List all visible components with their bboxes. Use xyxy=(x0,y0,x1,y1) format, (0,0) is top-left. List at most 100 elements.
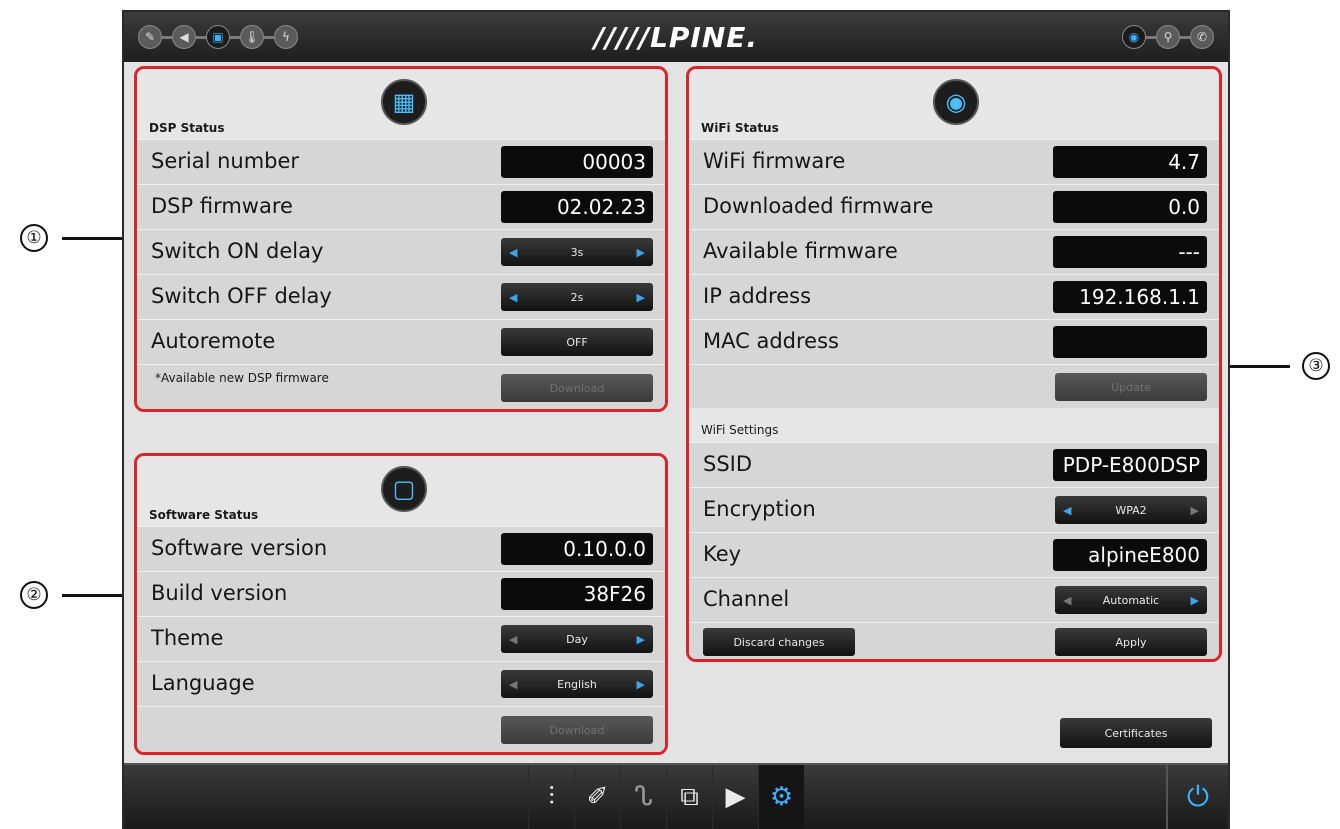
chevron-right-icon[interactable]: ▶ xyxy=(637,633,645,646)
row-label: DSP firmware xyxy=(151,194,293,218)
switch-on-delay-row: Switch ON delay ◀ 3s ▶ xyxy=(137,229,665,274)
software-download-button[interactable]: Download xyxy=(501,716,653,744)
callout-arrow xyxy=(62,236,124,240)
switch-on-delay-stepper[interactable]: ◀ 3s ▶ xyxy=(501,238,653,266)
wifi-update-button[interactable]: Update xyxy=(1055,373,1207,401)
autoremote-row: Autoremote OFF xyxy=(137,319,665,364)
row-label: Key xyxy=(703,542,742,566)
wifi-firmware-row: WiFi firmware 4.7 xyxy=(689,139,1219,184)
wifi-badge-icon: ◉ xyxy=(933,79,979,125)
row-label: Channel xyxy=(703,587,790,611)
brand-logo: /////LPINE. xyxy=(593,21,759,54)
row-label: Language xyxy=(151,671,255,695)
key-row: Key alpineE800 xyxy=(689,532,1219,577)
available-firmware-value: --- xyxy=(1053,236,1207,268)
callout-arrow xyxy=(1230,364,1290,368)
chevron-right-icon[interactable]: ▶ xyxy=(637,246,645,259)
row-label: Switch ON delay xyxy=(151,239,324,263)
chevron-right-icon[interactable]: ▶ xyxy=(637,678,645,691)
wifi-icon[interactable]: ◉ xyxy=(1122,25,1146,49)
channel-stepper[interactable]: ◀ Automatic ▶ xyxy=(1055,586,1207,614)
chevron-right-icon[interactable]: ▶ xyxy=(637,291,645,304)
panel-title: WiFi Status xyxy=(701,121,779,135)
callout-number: ① xyxy=(20,224,48,252)
software-version-value: 0.10.0.0 xyxy=(501,533,653,565)
software-status-panel: ▢ Software Status Software version 0.10.… xyxy=(134,453,668,755)
row-label: SSID xyxy=(703,452,753,476)
bottom-nav-bar: ⫶ ✐ ᔐ ⧉ ▶ ⚙ ⏻ xyxy=(124,763,1228,829)
encryption-row: Encryption ◀ WPA2 ▶ xyxy=(689,487,1219,532)
stepper-value: 3s xyxy=(570,245,584,259)
callout-number: ② xyxy=(20,581,48,609)
chevron-right-icon[interactable]: ▶ xyxy=(1191,594,1199,607)
chevron-left-icon[interactable]: ◀ xyxy=(509,291,517,304)
tools-icon[interactable]: ✐ xyxy=(574,765,620,829)
curve-icon[interactable]: ᔐ xyxy=(620,765,666,829)
language-row: Language ◀ English ▶ xyxy=(137,661,665,706)
play-icon[interactable]: ▶ xyxy=(712,765,758,829)
encryption-stepper[interactable]: ◀ WPA2 ▶ xyxy=(1055,496,1207,524)
status-icons-right: ◉ ⚲ ✆ xyxy=(1122,25,1214,49)
row-label: Encryption xyxy=(703,497,816,521)
wifi-firmware-value: 4.7 xyxy=(1053,146,1207,178)
equalizer-icon[interactable]: ⫶ xyxy=(528,765,574,829)
theme-stepper[interactable]: ◀ Day ▶ xyxy=(501,625,653,653)
apply-button[interactable]: Apply xyxy=(1055,628,1207,656)
software-footer-row: Download xyxy=(137,706,665,752)
chevron-left-icon[interactable]: ◀ xyxy=(509,633,517,646)
panel-header: ▢ Software Status xyxy=(137,456,665,526)
build-version-value: 38F26 xyxy=(501,578,653,610)
mac-address-row: MAC address xyxy=(689,319,1219,364)
panel-title: DSP Status xyxy=(149,121,225,135)
panel-header: ◉ WiFi Status xyxy=(689,69,1219,139)
row-label: IP address xyxy=(703,284,812,308)
gear-icon[interactable]: ⚙ xyxy=(758,765,804,829)
chevron-left-icon[interactable]: ◀ xyxy=(509,246,517,259)
panel-header: ▦ DSP Status xyxy=(137,69,665,139)
dsp-footer-row: *Available new DSP firmware Download xyxy=(137,364,665,409)
build-version-row: Build version 38F26 xyxy=(137,571,665,616)
software-version-row: Software version 0.10.0.0 xyxy=(137,526,665,571)
stepper-value: English xyxy=(557,677,597,691)
stepper-value: Day xyxy=(566,632,588,646)
switch-off-delay-stepper[interactable]: ◀ 2s ▶ xyxy=(501,283,653,311)
downloaded-firmware-row: Downloaded firmware 0.0 xyxy=(689,184,1219,229)
callout-number: ③ xyxy=(1302,352,1330,380)
row-label: Available firmware xyxy=(703,239,898,263)
language-stepper[interactable]: ◀ English ▶ xyxy=(501,670,653,698)
certificates-button[interactable]: Certificates xyxy=(1060,718,1212,748)
discard-changes-button[interactable]: Discard changes xyxy=(703,628,855,656)
stepper-value: Automatic xyxy=(1102,593,1160,607)
chevron-left-icon[interactable]: ◀ xyxy=(509,678,517,691)
chevron-right-icon[interactable]: ▶ xyxy=(1191,504,1199,517)
callout-arrow xyxy=(62,593,124,597)
chevron-left-icon[interactable]: ◀ xyxy=(1063,594,1071,607)
wifi-update-row: Update xyxy=(689,364,1219,408)
key-field[interactable]: alpineE800 xyxy=(1053,539,1207,571)
callout-3: ③ xyxy=(1214,352,1330,380)
chevron-left-icon[interactable]: ◀ xyxy=(1063,504,1071,517)
mac-address-value xyxy=(1053,326,1207,358)
top-bar: ✎ ◀ ▣ 🌡 ϟ /////LPINE. ◉ ⚲ ✆ xyxy=(124,12,1228,62)
switch-off-delay-row: Switch OFF delay ◀ 2s ▶ xyxy=(137,274,665,319)
autoremote-toggle[interactable]: OFF xyxy=(501,328,653,356)
power-icon[interactable]: ⏻ xyxy=(1166,765,1228,829)
phone-icon[interactable]: ✆ xyxy=(1190,25,1214,49)
serial-number-value: 00003 xyxy=(501,146,653,178)
dsp-status-panel: ▦ DSP Status Serial number 00003 DSP fir… xyxy=(134,66,668,412)
downloaded-firmware-value: 0.0 xyxy=(1053,191,1207,223)
chip-icon: ▦ xyxy=(381,79,427,125)
row-label: Autoremote xyxy=(151,329,276,353)
dsp-firmware-row: DSP firmware 02.02.23 xyxy=(137,184,665,229)
wifi-settings-header: WiFi Settings xyxy=(689,408,1219,442)
ssid-field[interactable]: PDP-E800DSP xyxy=(1053,449,1207,481)
stepper-value: 2s xyxy=(570,290,584,304)
wifi-actions-row: Discard changes Apply xyxy=(689,622,1219,659)
dsp-download-button[interactable]: Download xyxy=(501,374,653,402)
firmware-note: *Available new DSP firmware xyxy=(155,371,329,385)
usb-icon[interactable]: ⚲ xyxy=(1156,25,1180,49)
stepper-value: WPA2 xyxy=(1115,503,1147,517)
copy-icon[interactable]: ⧉ xyxy=(666,765,712,829)
section-title: WiFi Settings xyxy=(701,423,779,437)
ssid-row: SSID PDP-E800DSP xyxy=(689,442,1219,487)
